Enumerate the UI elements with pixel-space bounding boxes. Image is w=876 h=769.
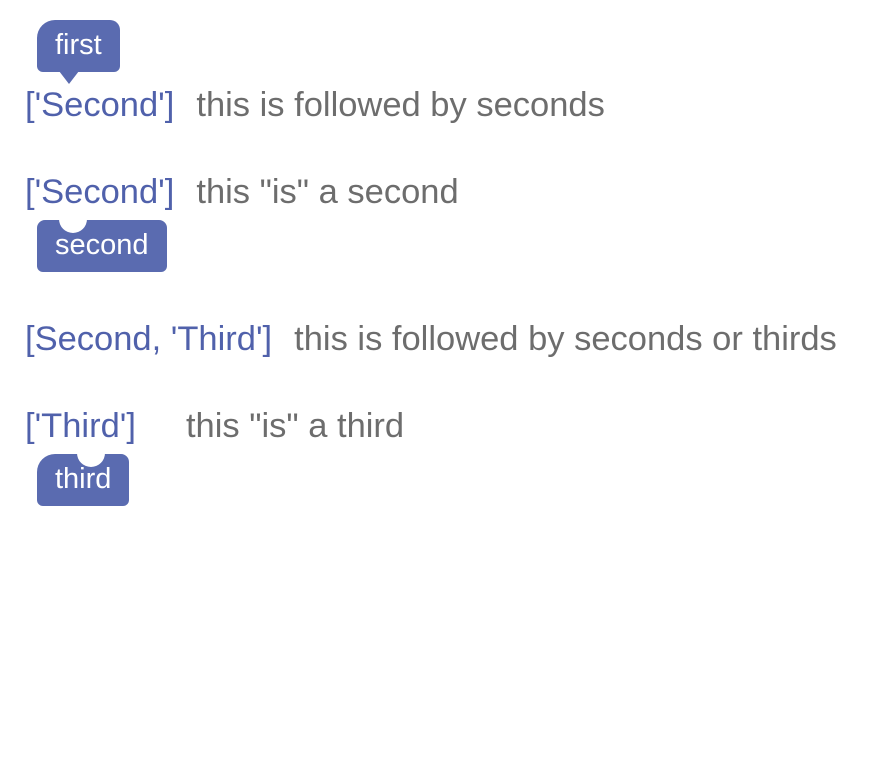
entry-description: this is followed by seconds (174, 86, 856, 125)
doc-entry: [Second, 'Third'] this is followed by se… (25, 320, 856, 359)
entry-description: this "is" a second (174, 173, 856, 212)
entry-description: this "is" a third (136, 407, 856, 446)
entry-row: ['Second'] this is followed by seconds (25, 86, 856, 125)
follow-tag: ['Second'] (25, 173, 174, 212)
entry-row: [Second, 'Third'] this is followed by se… (25, 320, 856, 359)
doc-entry: ['Second'] this "is" a second second (25, 173, 856, 272)
entry-description: this is followed by seconds or thirds (272, 320, 856, 359)
scratch-block-second: second (37, 220, 167, 272)
doc-entry: ['Third'] this "is" a third third (25, 407, 856, 506)
doc-entry: first ['Second'] this is followed by sec… (25, 20, 856, 125)
scratch-block-third: third (37, 454, 129, 506)
follow-tag: ['Third'] (25, 407, 136, 446)
scratch-block-first: first (37, 20, 120, 72)
follow-tag: ['Second'] (25, 86, 174, 125)
entry-row: ['Second'] this "is" a second (25, 173, 856, 212)
entry-row: ['Third'] this "is" a third (25, 407, 856, 446)
follow-tag: [Second, 'Third'] (25, 320, 272, 359)
